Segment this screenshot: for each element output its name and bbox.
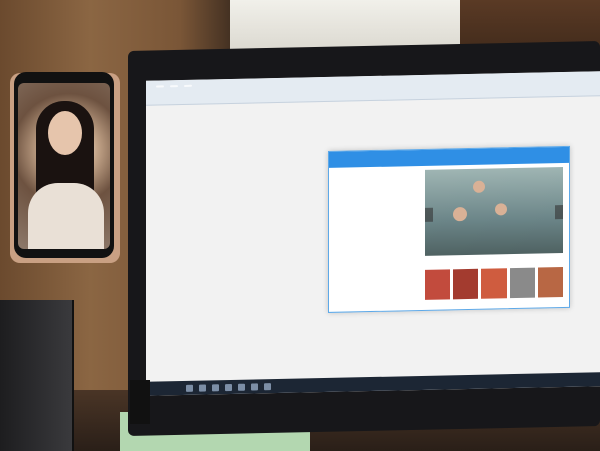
article-line bbox=[335, 172, 423, 174]
article-line bbox=[335, 172, 423, 174]
article-line bbox=[335, 172, 423, 174]
thumbnail[interactable] bbox=[453, 268, 479, 300]
thumbnail[interactable] bbox=[481, 268, 507, 299]
browser-tab[interactable] bbox=[184, 84, 192, 87]
taskbar-icon[interactable] bbox=[251, 382, 258, 391]
taskbar-icon[interactable] bbox=[238, 383, 245, 391]
person-face bbox=[48, 111, 82, 155]
article-line[interactable] bbox=[335, 172, 423, 174]
article-text bbox=[335, 172, 423, 174]
taskbar-icon[interactable] bbox=[212, 383, 219, 391]
monitor-stand bbox=[130, 380, 150, 424]
swimmer-head bbox=[473, 180, 485, 193]
swimmer-head bbox=[495, 203, 507, 216]
photo-caption bbox=[425, 256, 563, 259]
news-popup bbox=[328, 145, 570, 313]
browser-tab[interactable] bbox=[170, 85, 178, 88]
article-line[interactable] bbox=[335, 172, 423, 174]
article-line bbox=[335, 172, 423, 174]
popup-body bbox=[329, 163, 569, 312]
browser-tab[interactable] bbox=[156, 85, 164, 88]
thumbnail[interactable] bbox=[425, 269, 451, 300]
article-line bbox=[335, 172, 423, 174]
article-line bbox=[335, 172, 423, 174]
article-line bbox=[335, 172, 423, 174]
browser-tabs bbox=[156, 84, 192, 88]
thumbnail-row bbox=[425, 267, 564, 300]
article-line bbox=[335, 172, 423, 174]
article-line bbox=[335, 172, 423, 174]
article-line bbox=[335, 172, 423, 174]
news-photo[interactable] bbox=[425, 167, 563, 256]
scene bbox=[0, 0, 600, 451]
pc-case bbox=[0, 300, 74, 451]
monitor-screen bbox=[146, 71, 600, 396]
article-line[interactable] bbox=[335, 172, 423, 174]
arrow-left-icon[interactable] bbox=[425, 207, 433, 222]
article-line bbox=[335, 172, 423, 174]
taskbar-icon[interactable] bbox=[199, 383, 206, 392]
swimmer-head bbox=[453, 207, 467, 222]
article-line bbox=[335, 172, 423, 174]
taskbar-icon[interactable] bbox=[225, 383, 232, 391]
thumbnail[interactable] bbox=[537, 267, 564, 298]
article-line bbox=[335, 172, 423, 174]
taskbar-icon[interactable] bbox=[264, 382, 271, 390]
arrow-right-icon[interactable] bbox=[555, 205, 563, 220]
thumbnail[interactable] bbox=[509, 267, 535, 299]
phone-screen bbox=[18, 83, 110, 249]
person-shirt bbox=[28, 183, 104, 249]
taskbar-icon[interactable] bbox=[186, 384, 193, 392]
